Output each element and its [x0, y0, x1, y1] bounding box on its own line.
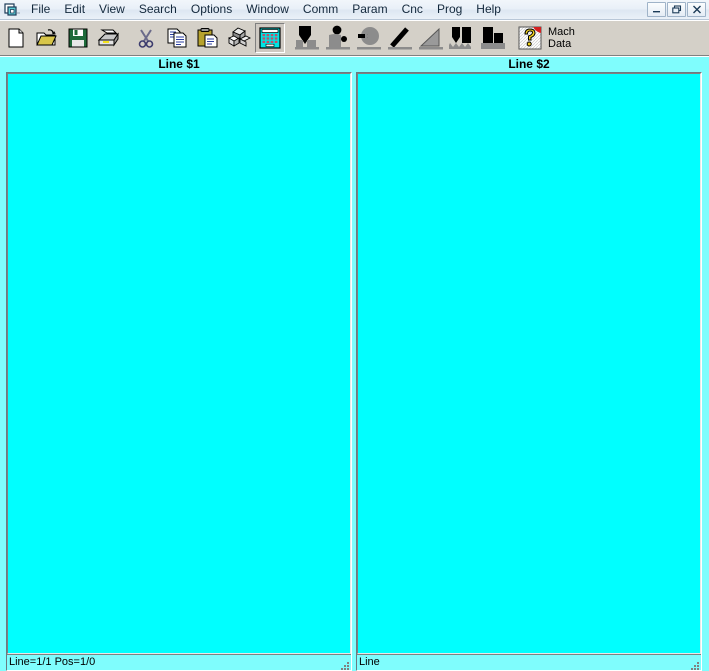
editor-area-line-2[interactable]	[357, 73, 701, 654]
bore-circle-icon[interactable]	[354, 23, 384, 53]
open-folder-icon[interactable]	[32, 23, 62, 53]
resize-grip-line-2[interactable]	[689, 658, 700, 670]
mdi-workspace: Line $1 Line=1/1 Pos=1/0 Line $2 Line	[0, 57, 709, 671]
drill-tool-icon[interactable]	[292, 23, 322, 53]
new-file-icon[interactable]	[1, 23, 31, 53]
toolbar: Mach Data	[0, 20, 709, 57]
minimize-button[interactable]	[647, 2, 666, 17]
pane-title-line-2: Line $2	[355, 57, 703, 72]
mach-data-label: Mach Data	[548, 26, 575, 50]
close-button[interactable]	[687, 2, 706, 17]
cnc-app-icon	[2, 1, 24, 19]
editor-pane-line-2: Line $2 Line	[355, 57, 703, 671]
blocks-3d-icon[interactable]	[224, 23, 254, 53]
pane-title-line-1: Line $1	[5, 57, 353, 72]
pocket-profile-icon[interactable]	[478, 23, 508, 53]
toolbar-separator	[124, 23, 130, 53]
toolbar-separator-3	[508, 23, 514, 53]
menu-item-window[interactable]: Window	[239, 0, 296, 19]
status-bar-line-2: Line	[357, 654, 701, 670]
editor-text-line-1	[8, 74, 350, 76]
application-window: File Edit View Search Options Window Com…	[0, 0, 709, 671]
pane-frame-line-2: Line	[356, 72, 702, 671]
cut-scissors-icon[interactable]	[131, 23, 161, 53]
help-question-icon[interactable]	[515, 23, 545, 53]
chamfer-line-icon[interactable]	[385, 23, 415, 53]
titlebar: File Edit View Search Options Window Com…	[0, 0, 709, 20]
menu-item-file[interactable]: File	[24, 0, 57, 19]
editor-pane-line-1: Line $1 Line=1/1 Pos=1/0	[5, 57, 353, 671]
pane-frame-line-1: Line=1/1 Pos=1/0	[6, 72, 352, 671]
window-controls	[647, 2, 706, 17]
tap-tool-icon[interactable]	[323, 23, 353, 53]
paste-clipboard-icon[interactable]	[193, 23, 223, 53]
status-bar-line-1: Line=1/1 Pos=1/0	[7, 654, 351, 670]
restore-button[interactable]	[667, 2, 686, 17]
groove-profile-icon[interactable]	[447, 23, 477, 53]
menu-item-prog[interactable]: Prog	[430, 0, 469, 19]
taper-triangle-icon[interactable]	[416, 23, 446, 53]
menu-item-view[interactable]: View	[92, 0, 132, 19]
save-floppy-icon[interactable]	[63, 23, 93, 53]
menu-item-param[interactable]: Param	[345, 0, 394, 19]
calculator-icon[interactable]	[255, 23, 285, 53]
editor-text-line-2	[358, 74, 700, 76]
menu-item-help[interactable]: Help	[469, 0, 508, 19]
menu-item-cnc[interactable]: Cnc	[395, 0, 430, 19]
menu-item-search[interactable]: Search	[132, 0, 184, 19]
menu-item-comm[interactable]: Comm	[296, 0, 345, 19]
menu-item-edit[interactable]: Edit	[57, 0, 92, 19]
print-icon[interactable]	[94, 23, 124, 53]
menu-item-options[interactable]: Options	[184, 0, 239, 19]
copy-icon[interactable]	[162, 23, 192, 53]
menubar: File Edit View Search Options Window Com…	[24, 0, 647, 20]
toolbar-separator-2	[285, 23, 291, 53]
resize-grip-line-1[interactable]	[339, 658, 350, 670]
editor-area-line-1[interactable]	[7, 73, 351, 654]
